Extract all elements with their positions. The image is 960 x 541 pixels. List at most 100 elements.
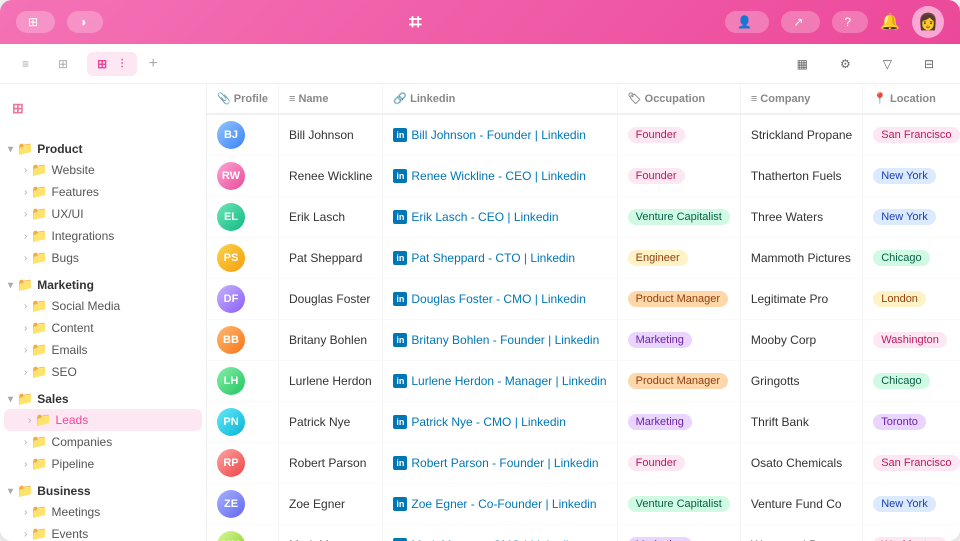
group-button[interactable]: ⊟ — [914, 53, 948, 75]
cell-profile: BB — [207, 320, 279, 361]
cell-company: Mooby Corp — [740, 320, 862, 361]
chevron-right-icon: › — [24, 367, 27, 378]
linkedin-link[interactable]: in Patrick Nye - CMO | Linkedin — [393, 415, 606, 429]
chevron-right-icon: › — [24, 165, 27, 176]
filter-icon: ▽ — [883, 57, 892, 71]
folder-icon: 📁 — [31, 206, 47, 222]
share-button[interactable]: ↗ — [781, 11, 820, 33]
chevron-right-icon: › — [24, 187, 27, 198]
linkedin-link[interactable]: in Zoe Egner - Co-Founder | Linkedin — [393, 497, 606, 511]
notification-icon[interactable]: 🔔 — [880, 12, 900, 32]
sidebar-group-marketing[interactable]: ▾ 📁 Marketing — [0, 273, 206, 295]
folder-icon: 📁 — [31, 228, 47, 244]
cell-company: Strickland Propane — [740, 114, 862, 156]
top-bar-left: ⊞ ◑ — [16, 11, 103, 33]
avatar: BJ — [217, 121, 245, 149]
linkedin-link[interactable]: in Lurlene Herdon - Manager | Linkedin — [393, 374, 606, 388]
table-view-button[interactable]: ▦ — [787, 53, 822, 75]
chevron-right-icon: › — [24, 253, 27, 264]
linkedin-link[interactable]: in Renee Wickline - CEO | Linkedin — [393, 169, 606, 183]
cell-occupation: Venture Capitalist — [617, 197, 740, 238]
cell-occupation: Marketing — [617, 320, 740, 361]
location-badge: Chicago — [873, 250, 929, 266]
sidebar-item-pipeline[interactable]: › 📁 Pipeline — [0, 453, 206, 475]
cell-company: Mammoth Pictures — [740, 238, 862, 279]
location-badge: San Francisco — [873, 455, 959, 471]
paperclip-icon: 📎 — [217, 93, 231, 105]
folder-icon: 📁 — [31, 162, 47, 178]
cell-company: Gringotts — [740, 361, 862, 402]
sidebar-item-content[interactable]: › 📁 Content — [0, 317, 206, 339]
cell-linkedin: in Renee Wickline - CEO | Linkedin — [383, 156, 617, 197]
tab-warm-leads[interactable]: ⊞ ⋮ — [87, 52, 137, 76]
avatar[interactable]: 👩 — [912, 6, 944, 38]
chevron-right-icon: › — [24, 507, 27, 518]
sidebar-item-emails[interactable]: › 📁 Emails — [0, 339, 206, 361]
sidebar-item-uxui-label: UX/UI — [52, 207, 84, 221]
linkedin-link[interactable]: in Erik Lasch - CEO | Linkedin — [393, 210, 606, 224]
cell-profile: BJ — [207, 114, 279, 156]
col-header-company: ≡ Company — [740, 84, 862, 114]
sidebar-item-uxui[interactable]: › 📁 UX/UI — [0, 203, 206, 225]
avatar: DF — [217, 285, 245, 313]
table-icon: ⊞ — [97, 57, 107, 71]
linkedin-link[interactable]: in Bill Johnson - Founder | Linkedin — [393, 128, 606, 142]
col-header-location: 📍 Location — [863, 84, 960, 114]
list-icon: ≡ — [289, 93, 295, 105]
sidebar-item-integrations[interactable]: › 📁 Integrations — [0, 225, 206, 247]
location-badge: New York — [873, 168, 935, 184]
linkedin-link[interactable]: in Pat Sheppard - CTO | Linkedin — [393, 251, 606, 265]
sidebar-item-events[interactable]: › 📁 Events — [0, 523, 206, 541]
set-attributes-button[interactable]: ⚙ — [830, 53, 865, 75]
occupation-badge: Founder — [628, 455, 685, 471]
add-tab-button[interactable]: + — [141, 52, 165, 76]
linkedin-link[interactable]: in Douglas Foster - CMO | Linkedin — [393, 292, 606, 306]
tab-more-icon: ⋮ — [117, 58, 127, 69]
location-badge: Toronto — [873, 414, 926, 430]
folder-icon: 📁 — [17, 391, 33, 407]
folder-icon: 📁 — [17, 141, 33, 157]
sidebar-item-leads[interactable]: › 📁 Leads — [4, 409, 202, 431]
occupation-badge: Venture Capitalist — [628, 496, 730, 512]
cell-name: Renee Wickline — [279, 156, 383, 197]
table-row: DF Douglas Foster in Douglas Foster - CM… — [207, 279, 960, 320]
cell-occupation: Marketing — [617, 525, 740, 541]
cell-profile: PN — [207, 402, 279, 443]
theme-button[interactable]: ◑ — [67, 11, 103, 33]
cell-occupation: Product Manager — [617, 279, 740, 320]
table-row: PS Pat Sheppard in Pat Sheppard - CTO | … — [207, 238, 960, 279]
folder-icon: 📁 — [35, 412, 51, 428]
help-icon: ? — [844, 15, 851, 29]
avatar: MM — [217, 531, 245, 541]
boards-button[interactable]: ⊞ — [16, 11, 55, 33]
cell-name: Robert Parson — [279, 443, 383, 484]
cell-name: Patrick Nye — [279, 402, 383, 443]
sidebar-item-meetings[interactable]: › 📁 Meetings — [0, 501, 206, 523]
tab-all-leads[interactable]: ≡ — [12, 52, 44, 76]
sidebar-group-sales[interactable]: ▾ 📁 Sales — [0, 387, 206, 409]
filter-button[interactable]: ▽ — [873, 53, 906, 75]
location-badge: London — [873, 291, 926, 307]
avatar: PN — [217, 408, 245, 436]
cell-name: Mark Morgan — [279, 525, 383, 541]
sidebar-item-website[interactable]: › 📁 Website — [0, 159, 206, 181]
sidebar-item-seo[interactable]: › 📁 SEO — [0, 361, 206, 383]
tab-cold-leads[interactable]: ⊞ — [48, 52, 83, 76]
sidebar-group-product[interactable]: ▾ 📁 Product — [0, 137, 206, 159]
sidebar-item-bugs[interactable]: › 📁 Bugs — [0, 247, 206, 269]
col-header-occupation: 🏷 Occupation — [617, 84, 740, 114]
cell-linkedin: in Pat Sheppard - CTO | Linkedin — [383, 238, 617, 279]
linkedin-link[interactable]: in Robert Parson - Founder | Linkedin — [393, 456, 606, 470]
linkedin-icon: in — [393, 456, 407, 470]
sidebar-item-features[interactable]: › 📁 Features — [0, 181, 206, 203]
new-folder-button[interactable] — [0, 125, 206, 137]
occupation-badge: Marketing — [628, 537, 692, 541]
sidebar-item-bugs-label: Bugs — [52, 251, 79, 265]
sidebar-group-business[interactable]: ▾ 📁 Business — [0, 479, 206, 501]
cell-location: New York — [863, 156, 960, 197]
invite-button[interactable]: 👤 — [725, 11, 769, 33]
sidebar-item-social-media[interactable]: › 📁 Social Media — [0, 295, 206, 317]
linkedin-link[interactable]: in Britany Bohlen - Founder | Linkedin — [393, 333, 606, 347]
help-button[interactable]: ? — [832, 11, 868, 33]
sidebar-item-companies[interactable]: › 📁 Companies — [0, 431, 206, 453]
